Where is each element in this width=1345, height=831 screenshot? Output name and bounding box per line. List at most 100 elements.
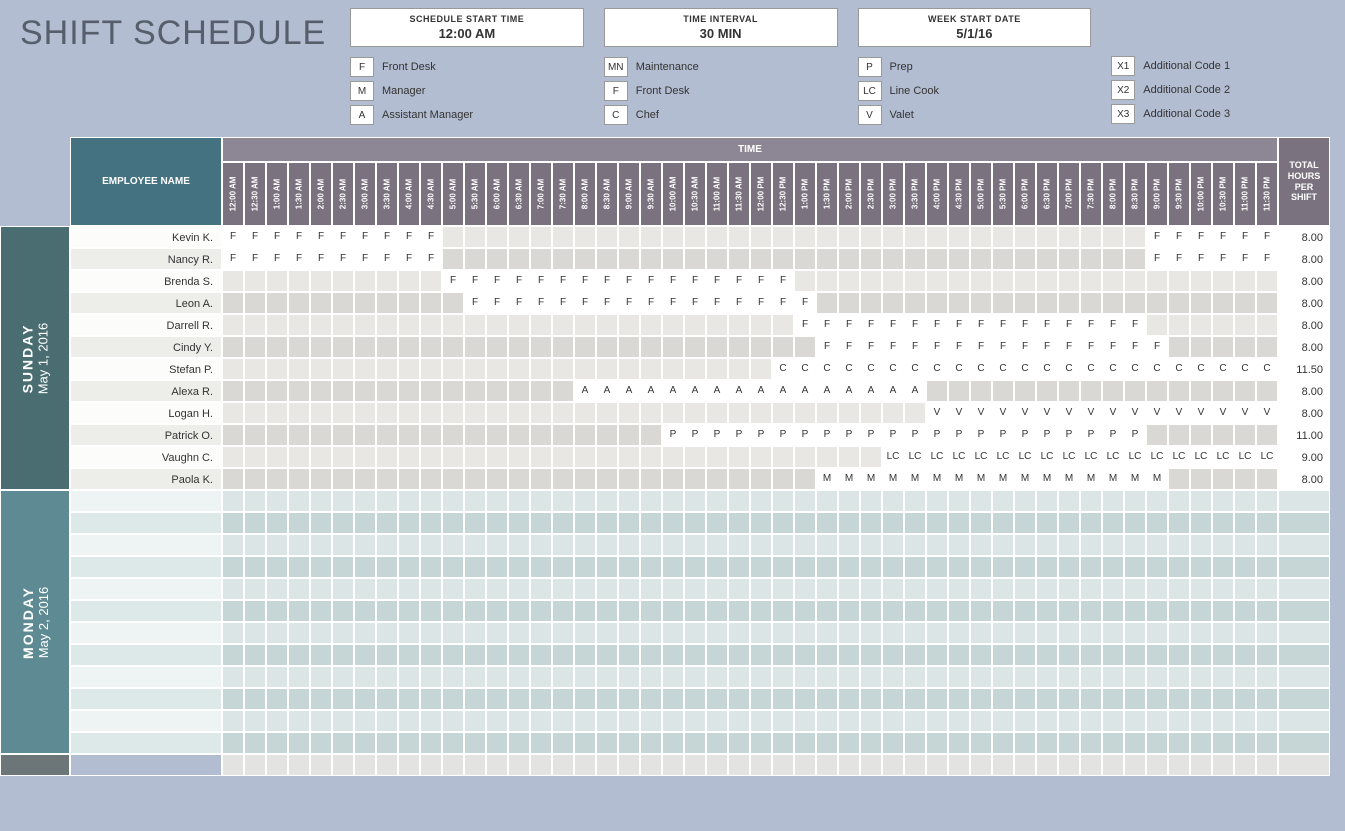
shift-cell[interactable] xyxy=(486,336,508,358)
shift-cell[interactable] xyxy=(706,710,728,732)
shift-cell[interactable] xyxy=(1080,710,1102,732)
shift-cell[interactable]: C xyxy=(816,358,838,380)
shift-cell[interactable] xyxy=(398,512,420,534)
shift-cell[interactable] xyxy=(508,600,530,622)
shift-cell[interactable] xyxy=(1168,380,1190,402)
shift-cell[interactable] xyxy=(1080,754,1102,776)
shift-cell[interactable] xyxy=(420,534,442,556)
shift-cell[interactable]: P xyxy=(948,424,970,446)
shift-cell[interactable] xyxy=(860,226,882,248)
shift-cell[interactable] xyxy=(970,622,992,644)
shift-cell[interactable] xyxy=(640,358,662,380)
shift-cell[interactable] xyxy=(992,556,1014,578)
shift-cell[interactable] xyxy=(288,556,310,578)
shift-cell[interactable] xyxy=(750,468,772,490)
shift-cell[interactable] xyxy=(728,732,750,754)
shift-cell[interactable] xyxy=(1234,314,1256,336)
shift-cell[interactable] xyxy=(970,512,992,534)
shift-cell[interactable] xyxy=(376,358,398,380)
shift-cell[interactable] xyxy=(948,556,970,578)
shift-cell[interactable]: C xyxy=(838,358,860,380)
shift-cell[interactable] xyxy=(1190,688,1212,710)
shift-cell[interactable] xyxy=(1234,666,1256,688)
shift-cell[interactable] xyxy=(618,402,640,424)
shift-cell[interactable] xyxy=(926,534,948,556)
shift-cell[interactable] xyxy=(1036,226,1058,248)
shift-cell[interactable]: M xyxy=(992,468,1014,490)
shift-cell[interactable] xyxy=(486,226,508,248)
shift-cell[interactable] xyxy=(794,248,816,270)
shift-cell[interactable] xyxy=(332,600,354,622)
shift-cell[interactable] xyxy=(442,358,464,380)
shift-cell[interactable]: F xyxy=(464,270,486,292)
shift-cell[interactable] xyxy=(1190,270,1212,292)
shift-cell[interactable] xyxy=(1256,314,1278,336)
shift-cell[interactable] xyxy=(266,468,288,490)
shift-cell[interactable] xyxy=(310,622,332,644)
shift-cell[interactable] xyxy=(486,622,508,644)
shift-cell[interactable] xyxy=(1124,270,1146,292)
shift-cell[interactable] xyxy=(464,512,486,534)
shift-cell[interactable] xyxy=(904,512,926,534)
shift-cell[interactable] xyxy=(1124,666,1146,688)
shift-cell[interactable] xyxy=(310,688,332,710)
shift-cell[interactable] xyxy=(1014,270,1036,292)
shift-cell[interactable] xyxy=(266,534,288,556)
shift-cell[interactable] xyxy=(310,754,332,776)
shift-cell[interactable] xyxy=(662,248,684,270)
shift-cell[interactable] xyxy=(222,578,244,600)
shift-cell[interactable]: F xyxy=(992,336,1014,358)
shift-cell[interactable]: F xyxy=(706,270,728,292)
shift-cell[interactable]: A xyxy=(772,380,794,402)
shift-cell[interactable] xyxy=(222,512,244,534)
shift-cell[interactable] xyxy=(552,380,574,402)
shift-cell[interactable]: M xyxy=(1080,468,1102,490)
shift-cell[interactable] xyxy=(706,754,728,776)
shift-cell[interactable] xyxy=(376,512,398,534)
shift-cell[interactable] xyxy=(1080,292,1102,314)
shift-cell[interactable]: C xyxy=(1080,358,1102,380)
shift-cell[interactable] xyxy=(772,226,794,248)
shift-cell[interactable] xyxy=(904,270,926,292)
shift-cell[interactable] xyxy=(508,666,530,688)
shift-cell[interactable]: F xyxy=(662,292,684,314)
shift-cell[interactable]: V xyxy=(1190,402,1212,424)
shift-cell[interactable] xyxy=(1036,644,1058,666)
shift-cell[interactable] xyxy=(816,248,838,270)
shift-cell[interactable] xyxy=(860,402,882,424)
shift-cell[interactable] xyxy=(794,666,816,688)
shift-cell[interactable] xyxy=(948,512,970,534)
shift-cell[interactable] xyxy=(486,578,508,600)
shift-cell[interactable]: LC xyxy=(992,446,1014,468)
shift-cell[interactable] xyxy=(838,512,860,534)
shift-cell[interactable] xyxy=(596,490,618,512)
shift-cell[interactable] xyxy=(662,314,684,336)
shift-cell[interactable] xyxy=(1102,666,1124,688)
shift-cell[interactable] xyxy=(464,380,486,402)
shift-cell[interactable] xyxy=(1102,578,1124,600)
shift-cell[interactable]: F xyxy=(904,336,926,358)
shift-cell[interactable] xyxy=(1256,380,1278,402)
shift-cell[interactable] xyxy=(310,732,332,754)
shift-cell[interactable] xyxy=(486,732,508,754)
shift-cell[interactable]: F xyxy=(882,336,904,358)
shift-cell[interactable] xyxy=(750,732,772,754)
shift-cell[interactable]: P xyxy=(1080,424,1102,446)
shift-cell[interactable] xyxy=(420,358,442,380)
shift-cell[interactable]: F xyxy=(1256,248,1278,270)
shift-cell[interactable]: P xyxy=(838,424,860,446)
shift-cell[interactable] xyxy=(398,380,420,402)
shift-cell[interactable] xyxy=(354,732,376,754)
shift-cell[interactable] xyxy=(860,600,882,622)
shift-cell[interactable] xyxy=(398,710,420,732)
shift-cell[interactable]: A xyxy=(904,380,926,402)
shift-cell[interactable] xyxy=(948,292,970,314)
shift-cell[interactable]: V xyxy=(1212,402,1234,424)
shift-cell[interactable] xyxy=(926,292,948,314)
shift-cell[interactable] xyxy=(310,600,332,622)
shift-cell[interactable] xyxy=(1080,534,1102,556)
shift-cell[interactable] xyxy=(992,578,1014,600)
shift-cell[interactable] xyxy=(882,710,904,732)
shift-cell[interactable] xyxy=(948,270,970,292)
shift-cell[interactable] xyxy=(706,248,728,270)
